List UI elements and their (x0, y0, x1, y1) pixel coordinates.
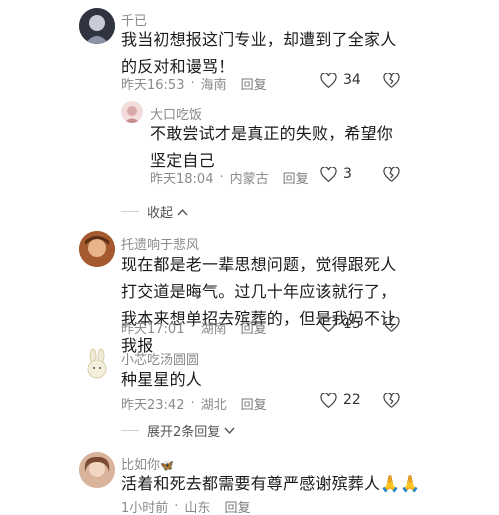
reply-time: 昨天18:04 (150, 172, 214, 187)
reply-button[interactable]: 回复 (241, 318, 267, 337)
expand-replies-button[interactable]: 展开2条回复 (121, 421, 235, 440)
bunny-icon (87, 348, 107, 379)
separator-dot: · (190, 320, 195, 335)
like-count: 3 (343, 166, 352, 182)
separator-dot: · (174, 499, 179, 514)
comment-time: 1小时前 (121, 501, 169, 515)
avatar[interactable] (79, 8, 115, 44)
expand-label: 展开2条回复 (147, 425, 221, 440)
like-count: 15 (343, 316, 361, 332)
reply-location: 内蒙古 (229, 172, 269, 187)
reply-button[interactable]: 回复 (241, 394, 267, 413)
reply-button[interactable]: 回复 (283, 168, 309, 187)
heart-icon (320, 392, 337, 408)
comment-text: 种星星的人 (121, 370, 203, 389)
broken-heart-icon (383, 316, 400, 332)
comment-location: 山东 (184, 501, 211, 515)
separator-dot: · (219, 170, 224, 185)
reply-button[interactable]: 回复 (224, 497, 250, 515)
comment-location: 海南 (200, 78, 227, 93)
comment-time: 昨天17:01 (121, 322, 185, 337)
avatar[interactable] (79, 452, 115, 488)
like-count: 22 (343, 392, 361, 408)
comment-location: 湖北 (200, 398, 227, 413)
pray-emoji: 🙏🙏 (380, 474, 421, 493)
divider-line (121, 430, 139, 431)
divider-line (121, 211, 139, 212)
comment-text-body: 活着和死去都需要有尊严感谢殡葬人 (121, 474, 381, 493)
comment-meta: 1小时前 · 山东 回复 (121, 497, 250, 515)
comment-location: 湖南 (200, 322, 227, 337)
comment-meta: 昨天23:42 · 湖北 回复 (121, 394, 267, 413)
broken-heart-icon (383, 72, 400, 88)
chevron-down-icon (224, 427, 235, 434)
broken-heart-icon (383, 166, 400, 182)
comment-text: 现在都是老一辈思想问题，觉得跟死人打交道是晦气。过几十年应该就行了，我本来想单招… (121, 255, 397, 355)
broken-heart-icon (383, 392, 400, 408)
dislike-button[interactable] (383, 316, 400, 336)
heart-icon (320, 166, 337, 182)
separator-dot: · (190, 396, 195, 411)
like-button[interactable]: 3 (320, 166, 352, 182)
comment-text: 活着和死去都需要有尊严感谢殡葬人🙏🙏 (121, 470, 421, 497)
dislike-button[interactable] (383, 72, 400, 92)
avatar[interactable] (121, 101, 143, 123)
comment-meta: 昨天17:01 · 湖南 回复 (121, 318, 267, 337)
reply-button[interactable]: 回复 (241, 74, 267, 93)
collapse-label: 收起 (147, 206, 174, 221)
heart-icon (320, 316, 337, 332)
separator-dot: · (190, 76, 195, 91)
like-button[interactable]: 15 (320, 316, 361, 332)
dislike-button[interactable] (383, 392, 400, 412)
avatar[interactable] (79, 347, 115, 383)
like-button[interactable]: 22 (320, 392, 361, 408)
comment-meta: 昨天16:53 · 海南 回复 (121, 74, 267, 93)
comment-time: 昨天16:53 (121, 78, 185, 93)
dislike-button[interactable] (383, 166, 400, 186)
avatar[interactable] (79, 231, 115, 267)
reply-meta: 昨天18:04 · 内蒙古 回复 (150, 168, 309, 187)
like-count: 34 (343, 72, 361, 88)
reply-text: 不敢尝试才是真正的失败，希望你坚定自己 (150, 124, 394, 170)
like-button[interactable]: 34 (320, 72, 361, 88)
comment-time: 昨天23:42 (121, 398, 185, 413)
chevron-up-icon (177, 208, 188, 215)
heart-icon (320, 72, 337, 88)
collapse-replies-button[interactable]: 收起 (121, 202, 188, 221)
